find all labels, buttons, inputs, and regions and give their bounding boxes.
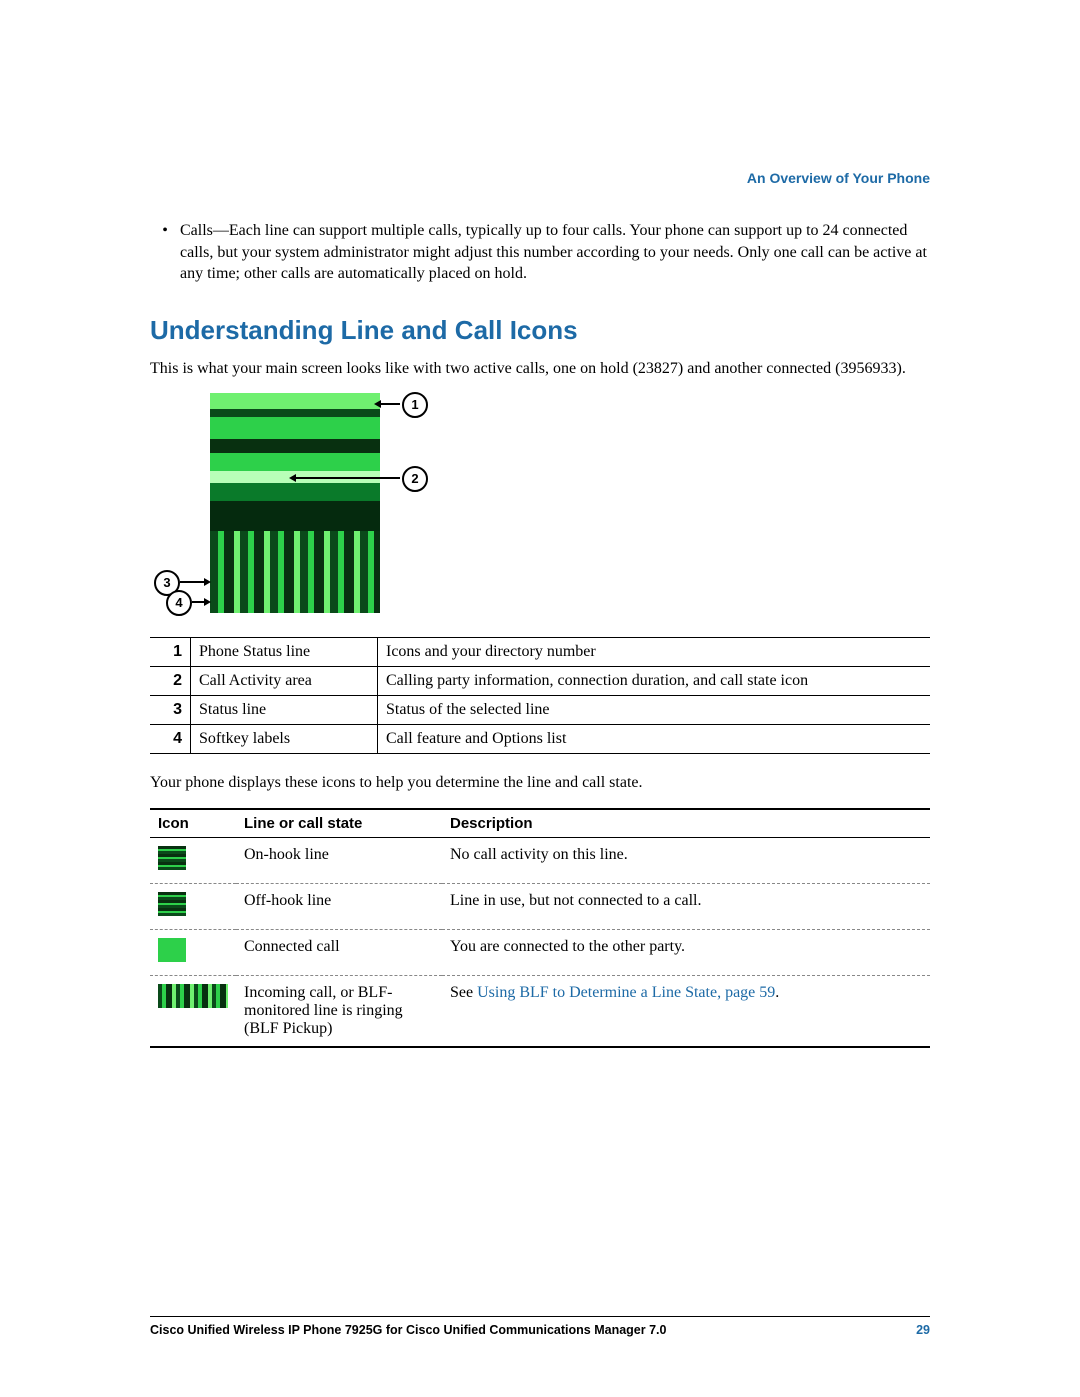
footer-title: Cisco Unified Wireless IP Phone 7925G fo… xyxy=(150,1323,666,1337)
desc-text: See Using BLF to Determine a Line State,… xyxy=(442,975,930,1047)
state-text: Incoming call, or BLF-monitored line is … xyxy=(236,975,442,1047)
table-row: 1 Phone Status line Icons and your direc… xyxy=(150,638,930,667)
table-row: 3 Status line Status of the selected lin… xyxy=(150,696,930,725)
table-row: On-hook line No call activity on this li… xyxy=(150,837,930,883)
offhook-icon xyxy=(158,892,186,916)
row-desc: Status of the selected line xyxy=(378,696,931,725)
col-icon: Icon xyxy=(150,809,236,838)
desc-text: No call activity on this line. xyxy=(442,837,930,883)
state-text: On-hook line xyxy=(236,837,442,883)
desc-text: Line in use, but not connected to a call… xyxy=(442,883,930,929)
row-term: Softkey labels xyxy=(191,725,378,754)
table-row: Incoming call, or BLF-monitored line is … xyxy=(150,975,930,1047)
desc-prefix: See xyxy=(450,984,477,1001)
row-number: 3 xyxy=(150,696,191,725)
page-footer: Cisco Unified Wireless IP Phone 7925G fo… xyxy=(150,1316,930,1337)
icon-offhook xyxy=(150,883,236,929)
state-text: Off-hook line xyxy=(236,883,442,929)
col-state: Line or call state xyxy=(236,809,442,838)
running-header: An Overview of Your Phone xyxy=(747,170,930,186)
callout-4: 4 xyxy=(166,590,192,616)
document-page: An Overview of Your Phone • Calls—Each l… xyxy=(0,0,1080,1397)
row-term: Phone Status line xyxy=(191,638,378,667)
table-row: Off-hook line Line in use, but not conne… xyxy=(150,883,930,929)
table-row: Connected call You are connected to the … xyxy=(150,929,930,975)
row-number: 1 xyxy=(150,638,191,667)
icons-intro: Your phone displays these icons to help … xyxy=(150,772,930,794)
row-term: Status line xyxy=(191,696,378,725)
phone-screen-graphic xyxy=(210,393,380,613)
section-heading: Understanding Line and Call Icons xyxy=(150,315,930,346)
ringing-icon xyxy=(158,984,228,1008)
onhook-icon xyxy=(158,846,186,870)
desc-text: You are connected to the other party. xyxy=(442,929,930,975)
callout-2: 2 xyxy=(402,466,428,492)
row-desc: Call feature and Options list xyxy=(378,725,931,754)
callout-arrow xyxy=(192,601,205,603)
bullet-item: • Calls—Each line can support multiple c… xyxy=(150,220,930,285)
row-desc: Icons and your directory number xyxy=(378,638,931,667)
row-term: Call Activity area xyxy=(191,667,378,696)
intro-paragraph: This is what your main screen looks like… xyxy=(150,358,930,380)
callout-table: 1 Phone Status line Icons and your direc… xyxy=(150,637,930,754)
table-row: 2 Call Activity area Calling party infor… xyxy=(150,667,930,696)
callout-arrow xyxy=(180,581,205,583)
callout-arrow xyxy=(295,477,400,479)
bullet-icon: • xyxy=(150,220,180,285)
col-desc: Description xyxy=(442,809,930,838)
table-row: 4 Softkey labels Call feature and Option… xyxy=(150,725,930,754)
row-number: 4 xyxy=(150,725,191,754)
icon-state-table: Icon Line or call state Description On-h… xyxy=(150,808,930,1048)
callout-1: 1 xyxy=(402,392,428,418)
connected-icon xyxy=(158,938,186,962)
icon-connected xyxy=(150,929,236,975)
cross-reference-link[interactable]: Using BLF to Determine a Line State, pag… xyxy=(477,984,775,1001)
row-desc: Calling party information, connection du… xyxy=(378,667,931,696)
state-text: Connected call xyxy=(236,929,442,975)
row-number: 2 xyxy=(150,667,191,696)
callout-arrow xyxy=(380,403,400,405)
table-header-row: Icon Line or call state Description xyxy=(150,809,930,838)
icon-onhook xyxy=(150,837,236,883)
desc-suffix: . xyxy=(775,984,779,1001)
figure: 1 2 3 4 xyxy=(150,393,930,623)
page-number: 29 xyxy=(916,1323,930,1337)
bullet-text: Calls—Each line can support multiple cal… xyxy=(180,220,930,285)
icon-incoming xyxy=(150,975,236,1047)
